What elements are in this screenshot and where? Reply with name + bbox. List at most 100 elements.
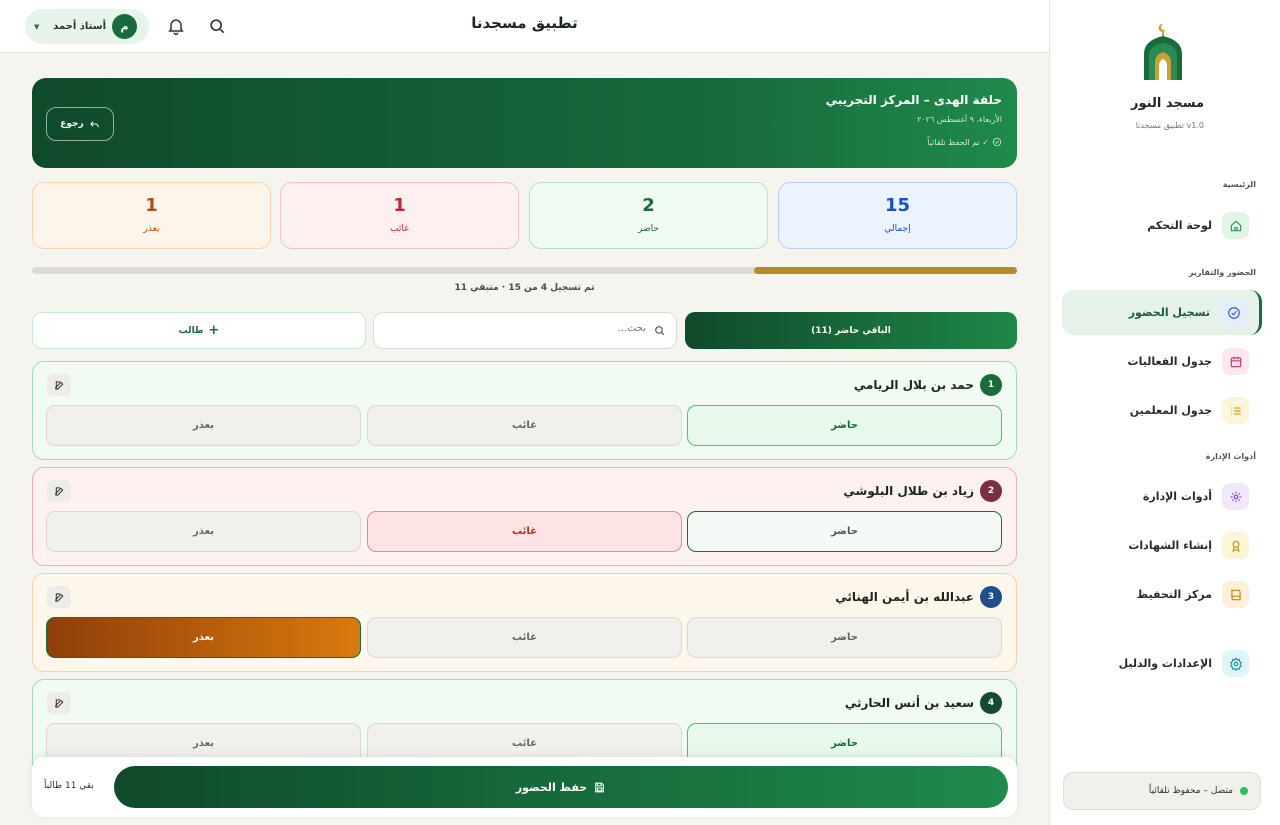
stat-value: 1	[145, 195, 158, 216]
bell-icon[interactable]	[166, 16, 186, 36]
autosave-status: تم الحفظ تلقائياً ✓	[927, 137, 1002, 147]
stat-value: 2	[642, 195, 655, 216]
top-bar: تطبيق مسجدنا ▼ أستاذ أحمد م	[0, 0, 1049, 53]
student-card: 3 عبدالله بن أيمن الهنائي حاضر غائب بعذر	[32, 573, 1017, 672]
calendar-icon	[1222, 348, 1249, 375]
student-number: 4	[980, 692, 1002, 714]
app-version: تطبيق مسجدنا v1.0	[1135, 121, 1204, 130]
sidebar-item-teachers[interactable]: جدول المعلمين	[1063, 388, 1261, 433]
stat-value: 1	[393, 195, 406, 216]
student-number: 1	[980, 374, 1002, 396]
save-bar: حفظ الحضور بقي 11 طالباً	[32, 757, 1017, 817]
student-number: 3	[980, 586, 1002, 608]
edit-icon[interactable]	[47, 480, 71, 502]
remaining-note: بقي 11 طالباً	[44, 781, 94, 791]
sidebar-item-label: جدول المعلمين	[1129, 404, 1212, 417]
student-name: زياد بن طلال البلوشي	[843, 484, 974, 498]
status-option[interactable]: غائب	[367, 511, 682, 552]
brand-name: مسجد النور	[1131, 96, 1204, 111]
sidebar-item-dashboard[interactable]: لوحة التحكم	[1063, 203, 1261, 248]
list-icon	[1222, 397, 1249, 424]
sidebar-item-attendance[interactable]: تسجيل الحضور	[1062, 290, 1262, 335]
sidebar-item-label: إنشاء الشهادات	[1128, 539, 1212, 552]
book-icon	[1222, 581, 1249, 608]
gear-icon	[1222, 483, 1249, 510]
status-option[interactable]: حاضر	[687, 617, 1002, 658]
sidebar-item-label: تسجيل الحضور	[1128, 306, 1210, 319]
stat-card: 1 بعذر	[32, 182, 271, 249]
save-attendance-button[interactable]: حفظ الحضور	[114, 766, 1008, 808]
award-icon	[1222, 532, 1249, 559]
student-number: 2	[980, 480, 1002, 502]
stat-label: حاضر	[638, 224, 659, 234]
student-card: 2 زياد بن طلال البلوشي حاضر غائب بعذر	[32, 467, 1017, 566]
plus-icon: +	[208, 323, 220, 338]
mosque-logo	[1144, 23, 1182, 80]
stat-label: غائب	[390, 224, 409, 234]
sidebar-item-label: أدوات الإدارة	[1142, 490, 1212, 503]
sidebar-item-label: الإعدادات والدليل	[1118, 657, 1212, 670]
app-title: تطبيق مسجدنا	[471, 14, 578, 32]
sidebar-item-events[interactable]: جدول الفعاليات	[1063, 339, 1261, 384]
sidebar-item-certificates[interactable]: إنشاء الشهادات	[1063, 523, 1261, 568]
settings-icon	[1222, 650, 1249, 677]
search-icon[interactable]	[207, 16, 227, 36]
search-icon	[655, 326, 665, 336]
session-title: حلقة الهدى – المركز التجريبي	[825, 93, 1002, 107]
sidebar-item-label: لوحة التحكم	[1147, 219, 1212, 232]
return-icon	[89, 120, 99, 127]
add-student-button[interactable]: طالب +	[32, 312, 366, 349]
progress-fill	[754, 267, 1017, 274]
section-home: الرئيسية	[1222, 180, 1256, 189]
sidebar-item-admin-tools[interactable]: أدوات الإدارة	[1063, 474, 1261, 519]
section-admin: أدوات الإدارة	[1205, 452, 1256, 461]
add-student-label: طالب	[178, 325, 204, 336]
user-name: أستاذ أحمد	[53, 21, 106, 32]
connection-status: متصل – محفوظ تلقائياً	[1063, 772, 1261, 810]
home-icon	[1222, 212, 1249, 239]
progress-text: تم تسجيل 4 من 15 · متبقي 11	[454, 283, 595, 293]
stat-value: 15	[884, 195, 911, 216]
save-icon	[595, 782, 605, 792]
stat-label: إجمالي	[884, 224, 911, 234]
edit-icon[interactable]	[47, 586, 71, 608]
edit-icon[interactable]	[47, 374, 71, 396]
status-option[interactable]: حاضر	[687, 511, 1002, 552]
autosave-text: تم الحفظ تلقائياً ✓	[927, 137, 989, 147]
progress-bar	[32, 267, 1017, 274]
student-name: حمد بن بلال الريامي	[853, 378, 974, 392]
stat-card: 1 غائب	[280, 182, 519, 249]
status-option[interactable]: غائب	[367, 617, 682, 658]
caret-down-icon: ▼	[34, 23, 40, 31]
status-dot	[1240, 787, 1248, 795]
connection-text: متصل – محفوظ تلقائياً	[1148, 786, 1233, 796]
session-header: حلقة الهدى – المركز التجريبي الأربعاء، ٩…	[32, 78, 1017, 168]
status-option[interactable]: حاضر	[687, 405, 1002, 446]
search-field[interactable]	[373, 312, 677, 349]
user-menu[interactable]: ▼ أستاذ أحمد م	[25, 9, 149, 44]
status-option[interactable]: بعذر	[46, 405, 361, 446]
mark-remaining-present-button[interactable]: الباقي حاضر (11)	[685, 312, 1017, 349]
student-card: 1 حمد بن بلال الريامي حاضر غائب بعذر	[32, 361, 1017, 460]
status-option[interactable]: بعذر	[46, 617, 361, 658]
main-content: تطبيق مسجدنا ▼ أستاذ أحمد م حلقة الهدى –…	[0, 0, 1049, 825]
stat-label: بعذر	[143, 224, 160, 234]
back-label: رجوع	[60, 119, 84, 129]
avatar: م	[112, 14, 137, 39]
stat-card: 2 حاضر	[529, 182, 768, 249]
sidebar-item-memorization[interactable]: مركز التحفيظ	[1063, 572, 1261, 617]
student-name: سعيد بن أنس الحارثي	[844, 696, 974, 710]
sidebar-item-label: مركز التحفيظ	[1136, 588, 1212, 601]
check-circle-icon	[992, 137, 1002, 147]
status-option[interactable]: غائب	[367, 405, 682, 446]
back-button[interactable]: رجوع	[46, 107, 114, 141]
edit-icon[interactable]	[47, 692, 71, 714]
session-date: الأربعاء، ٩ أغسطس ٢٠٢٦	[917, 115, 1002, 124]
sidebar-item-settings[interactable]: الإعدادات والدليل	[1063, 641, 1261, 686]
status-option[interactable]: بعذر	[46, 511, 361, 552]
save-label: حفظ الحضور	[515, 780, 588, 794]
search-input[interactable]	[386, 323, 646, 334]
section-attendance: الحضور والتقارير	[1188, 268, 1256, 277]
check-circle-icon	[1220, 299, 1247, 326]
sidebar-item-label: جدول الفعاليات	[1127, 355, 1212, 368]
